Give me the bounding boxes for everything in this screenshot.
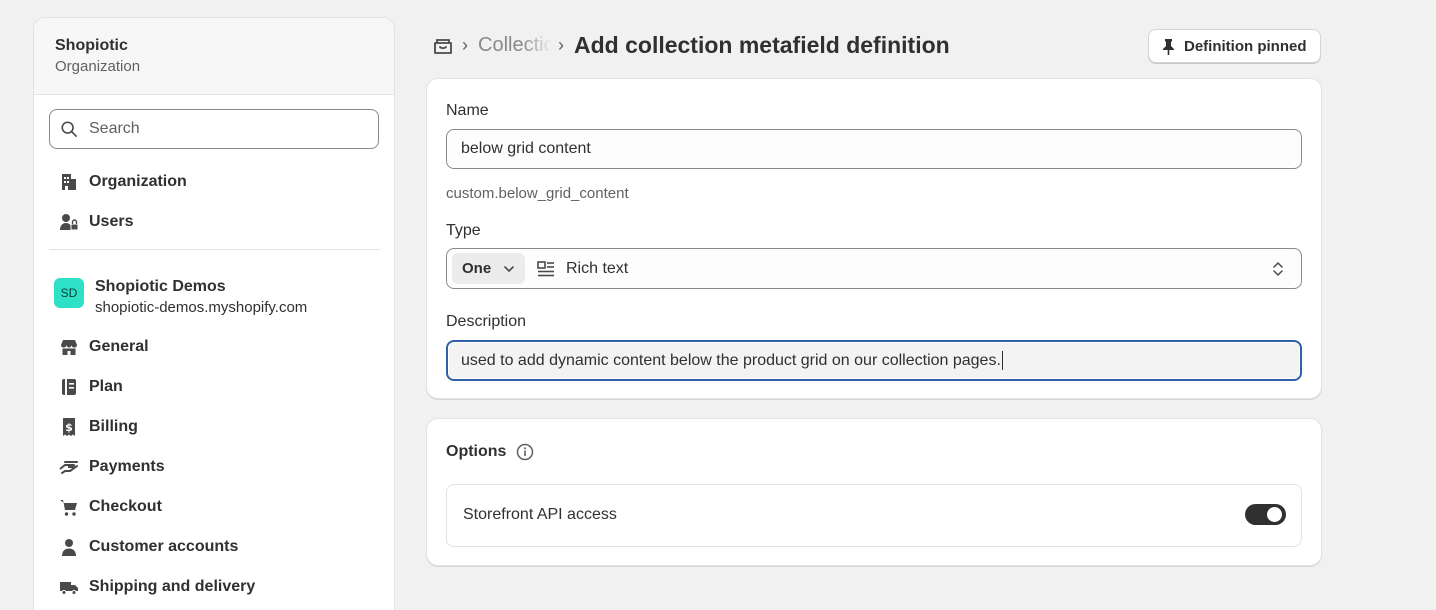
sidebar-item-label: Shipping and delivery [89, 578, 256, 595]
page-title: Add collection metafield definition [574, 32, 950, 58]
org-name: Shopiotic [55, 37, 128, 54]
sidebar-item-label: Users [89, 213, 134, 230]
list-type-value: One [462, 260, 492, 277]
person-icon [49, 537, 87, 557]
rich-text-icon [537, 261, 554, 277]
options-card: Options Storefront API access [426, 418, 1322, 566]
store-url: shopiotic-demos.myshopify.com [95, 299, 308, 316]
breadcrumb-separator: › [558, 35, 564, 55]
chevron-down-icon [504, 265, 514, 272]
storefront-api-toggle[interactable] [1245, 504, 1286, 525]
storefront-api-row: Storefront API access [446, 484, 1302, 547]
sidebar-item-plan[interactable]: Plan [49, 369, 379, 405]
list-type-dropdown[interactable]: One [452, 253, 525, 284]
store-name: Shopiotic Demos [95, 278, 226, 295]
sidebar-item-users[interactable]: Users [49, 204, 379, 240]
sidebar-item-label: Customer accounts [89, 538, 239, 555]
description-value: used to add dynamic content below the pr… [461, 351, 1001, 369]
truck-icon [49, 577, 87, 597]
sidebar-item-shipping[interactable]: Shipping and delivery [49, 569, 379, 605]
storefront-api-label: Storefront API access [463, 506, 617, 523]
search-field[interactable] [49, 109, 379, 149]
cart-icon [49, 497, 87, 517]
sidebar-item-label: Billing [89, 418, 138, 435]
store-avatar: SD [54, 278, 84, 308]
payments-icon [49, 457, 87, 477]
namespace-key-text: custom.below_grid_content [446, 185, 629, 202]
sidebar-item-label: Checkout [89, 498, 162, 515]
name-label: Name [446, 102, 489, 119]
sidebar-item-organization[interactable]: Organization [49, 164, 379, 200]
breadcrumb-collections-link[interactable]: Collections [478, 34, 552, 57]
select-updown-icon [1273, 262, 1283, 276]
store-switcher[interactable]: SD Shopiotic Demos shopiotic-demos.mysho… [54, 276, 307, 319]
definition-pinned-button[interactable]: Definition pinned [1148, 29, 1321, 63]
sidebar-item-label: General [89, 338, 149, 355]
sidebar-item-checkout[interactable]: Checkout [49, 489, 379, 525]
org-subtitle: Organization [55, 58, 141, 75]
pin-icon [1163, 38, 1174, 55]
store-icon [49, 337, 87, 357]
svg-text:$: $ [65, 421, 73, 434]
sidebar-item-label: Payments [89, 458, 165, 475]
definition-card: Name below grid content custom.below_gri… [426, 78, 1322, 399]
billing-icon: $ [49, 417, 87, 437]
collections-icon[interactable] [432, 36, 454, 56]
options-title: Options [446, 443, 507, 460]
name-input[interactable]: below grid content [446, 129, 1302, 169]
settings-sidebar: Shopiotic Organization Organization User… [33, 17, 395, 610]
sidebar-divider [49, 249, 380, 250]
sidebar-item-general[interactable]: General [49, 329, 379, 365]
type-label: Type [446, 222, 481, 239]
sidebar-item-customer-accounts[interactable]: Customer accounts [49, 529, 379, 565]
description-label: Description [446, 313, 527, 330]
text-caret [1001, 351, 1003, 370]
organization-header[interactable]: Shopiotic Organization [34, 18, 394, 95]
plan-icon [49, 377, 87, 397]
description-input[interactable]: used to add dynamic content below the pr… [446, 340, 1302, 381]
search-icon [61, 121, 78, 138]
sidebar-item-payments[interactable]: Payments [49, 449, 379, 485]
type-value: Rich text [566, 260, 629, 277]
pin-button-label: Definition pinned [1184, 37, 1307, 55]
type-select[interactable]: One Rich text [446, 248, 1302, 289]
sidebar-item-billing[interactable]: $ Billing [49, 409, 379, 445]
search-input[interactable] [89, 120, 369, 138]
sidebar-item-label: Organization [89, 173, 187, 190]
info-icon[interactable] [515, 442, 535, 462]
breadcrumb-separator: › [462, 35, 468, 55]
users-icon [49, 212, 87, 232]
building-icon [49, 172, 87, 192]
sidebar-item-label: Plan [89, 378, 123, 395]
options-heading: Options [446, 442, 535, 462]
toggle-knob [1267, 507, 1282, 522]
